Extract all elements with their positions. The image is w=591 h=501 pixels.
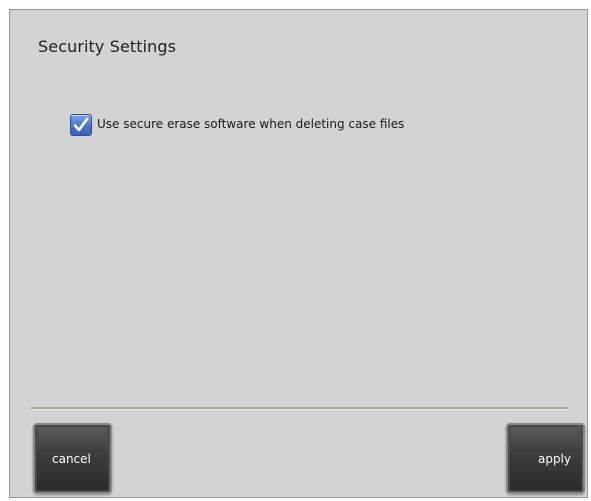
secure-erase-label: Use secure erase software when deleting … (97, 117, 405, 131)
security-settings-dialog: Security Settings Use secure erase softw… (9, 9, 588, 498)
footer-divider (31, 407, 568, 410)
secure-erase-option[interactable]: Use secure erase software when deleting … (70, 114, 404, 136)
secure-erase-checkbox[interactable] (70, 114, 92, 136)
cancel-button-label: cancel (52, 451, 91, 466)
apply-button-label: apply (537, 451, 571, 466)
dialog-title: Security Settings (38, 37, 177, 56)
cancel-button[interactable]: cancel (33, 423, 112, 494)
checkmark-icon (73, 117, 89, 132)
apply-button[interactable]: apply (506, 423, 585, 494)
